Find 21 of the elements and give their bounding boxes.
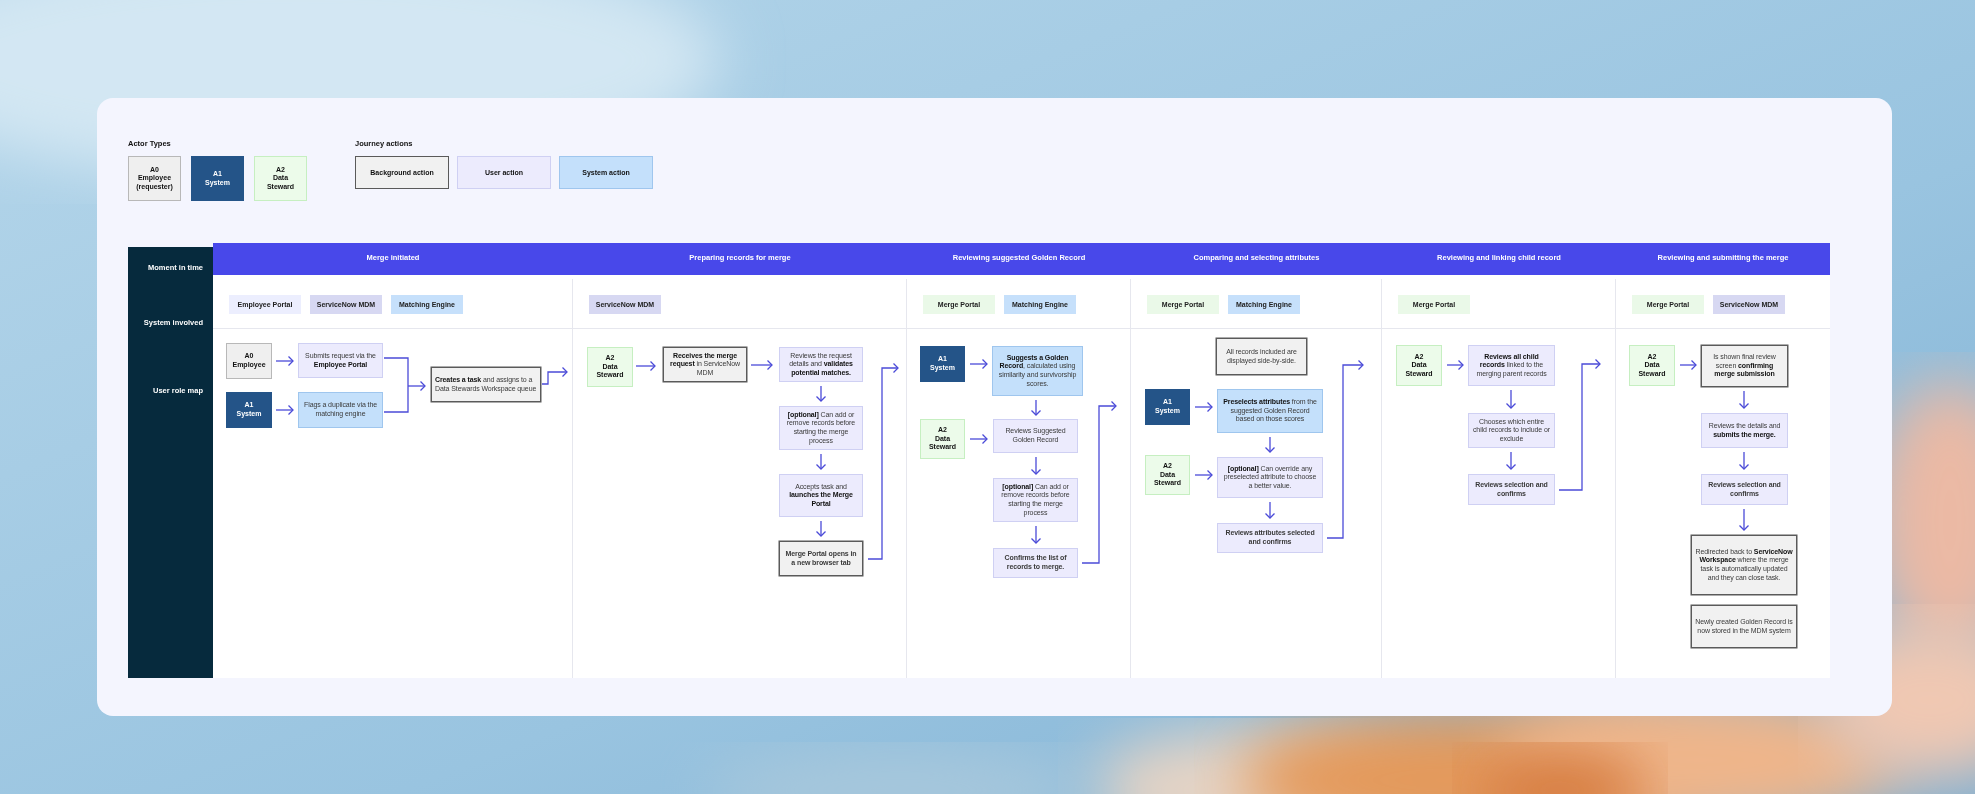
flow-arrow	[275, 404, 294, 416]
flow-arrow	[1030, 525, 1042, 544]
connector-arrow	[541, 366, 568, 385]
flow-arrow	[1738, 451, 1750, 470]
flow-arrow	[1194, 401, 1213, 413]
flow-arrow	[750, 359, 773, 371]
flow-arrow	[1194, 469, 1213, 481]
flow-arrow	[969, 358, 988, 370]
flow-arrow	[815, 385, 827, 402]
flow-arrow	[1505, 389, 1517, 409]
flow-arrow	[1446, 359, 1464, 371]
flow-arrow	[1030, 456, 1042, 475]
flow-arrow	[969, 433, 988, 445]
flow-arrow	[1505, 451, 1517, 470]
flow-arrow	[1738, 390, 1750, 409]
flow-arrow	[815, 453, 827, 470]
flow-arrow	[635, 360, 656, 372]
flow-arrow	[275, 355, 294, 367]
flow-arrow	[1264, 436, 1276, 453]
flow-arrow	[1030, 399, 1042, 416]
flow-arrow	[1264, 501, 1276, 519]
